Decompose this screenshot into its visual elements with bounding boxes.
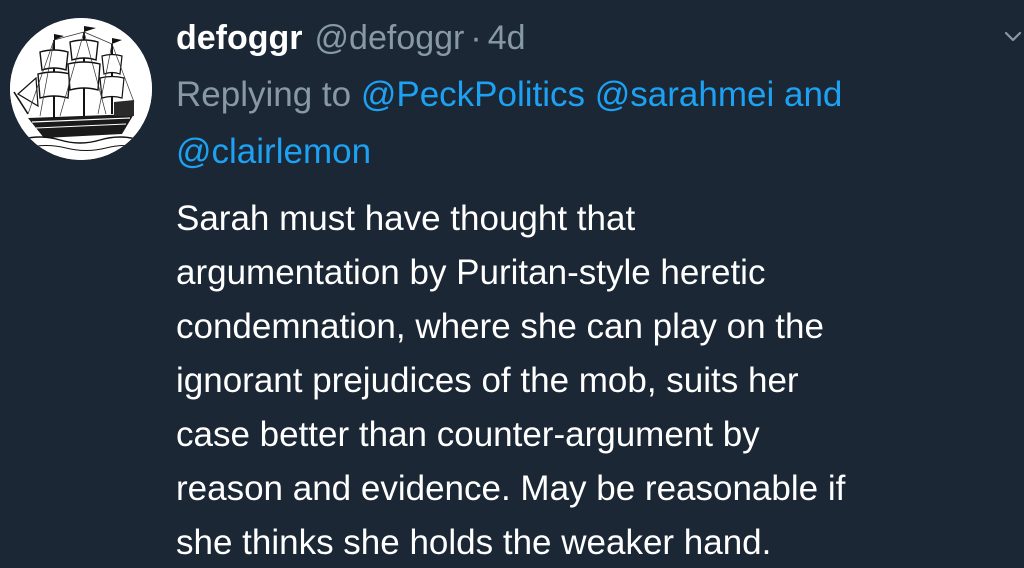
user-handle[interactable]: @defoggr (315, 12, 465, 64)
tweet-text-line: argumentation by Puritan-style heretic (176, 253, 766, 292)
tweet[interactable]: defoggr @defoggr · 4d Replying to @PeckP… (0, 0, 1024, 568)
mention-clairlemon[interactable]: @clairlemon (176, 132, 371, 171)
tweet-text-line: ignorant prejudices of the mob, suits he… (176, 361, 799, 400)
tweet-age[interactable]: 4d (488, 12, 526, 64)
display-name[interactable]: defoggr (176, 12, 303, 64)
mention-peckpolitics[interactable]: @PeckPolitics (361, 75, 585, 114)
separator-dot: · (470, 19, 482, 57)
chevron-down-icon[interactable] (1002, 26, 1024, 48)
mention-joiner[interactable]: and (784, 75, 842, 114)
tweet-header: defoggr @defoggr · 4d (176, 12, 1022, 64)
mention-sarahmei[interactable]: @sarahmei (595, 75, 774, 114)
tweet-text-line: Sarah must have thought that (176, 199, 636, 238)
avatar[interactable] (10, 18, 152, 160)
tweet-text-line: she thinks she holds the weaker hand. (176, 523, 772, 562)
replying-to: Replying to @PeckPolitics @sarahmei and … (176, 66, 1006, 180)
tweet-text-line: case better than counter-argument by (176, 415, 760, 454)
tweet-content: defoggr @defoggr · 4d Replying to @PeckP… (176, 12, 1022, 568)
tweet-text-line: reason and evidence. May be reasonable i… (176, 469, 846, 508)
replying-to-label: Replying to (176, 75, 352, 114)
sailing-ship-icon (10, 18, 152, 160)
tweet-text-line: condemnation, where she can play on the (176, 307, 824, 346)
tweet-text: Sarah must have thought that argumentati… (176, 192, 1006, 568)
